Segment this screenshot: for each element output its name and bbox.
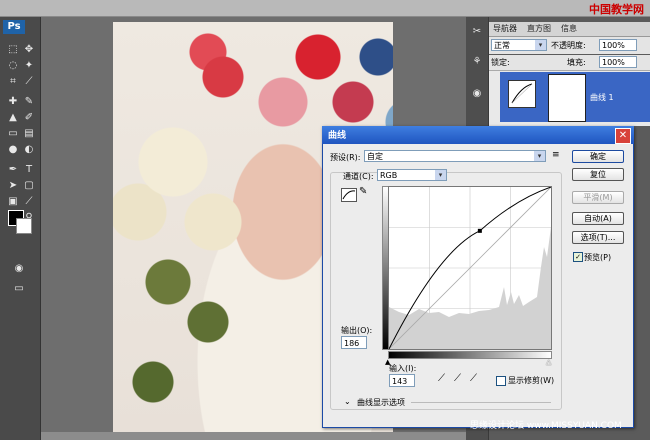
gradient-icon[interactable]: ▤ [22,127,36,141]
healing-icon[interactable]: ✚ [6,95,20,109]
output-field[interactable]: 186 [341,336,367,349]
layer-name[interactable]: 曲线 1 [590,92,614,103]
curve-control-point [477,228,482,233]
eyedropper-icon[interactable]: ⟋ [22,75,36,89]
background-color-swatch[interactable] [16,218,32,234]
document-tab-strip [0,0,650,17]
pencil-tool-icon[interactable]: ✎ [359,186,367,197]
brush-icon[interactable]: ✎ [22,95,36,109]
opacity-label: 不透明度: [551,41,586,50]
curve-graph[interactable] [388,186,552,350]
white-point-slider-icon[interactable]: △ [546,358,551,366]
panel-tabs: 导航器 直方图 信息 [489,22,650,37]
visibility-eye-icon[interactable]: ◉ [470,87,484,101]
tab-histogram[interactable]: 直方图 [527,23,551,34]
show-clipping-checkbox[interactable] [496,376,506,386]
curve-display-options[interactable]: 曲线显示选项 [357,397,405,408]
smooth-button[interactable]: 平滑(M) [572,191,624,204]
preset-options-icon[interactable]: ≡ [552,150,560,160]
close-button[interactable]: ✕ [615,128,631,144]
path-select-icon[interactable]: ➤ [6,179,20,193]
auto-button[interactable]: 自动(A) [572,212,624,225]
dialog-title: 曲线 [328,131,347,141]
preset-select[interactable]: 自定 ▾ [364,150,546,162]
input-gradient-bar [388,351,552,359]
marquee-icon[interactable]: ⬚ [6,43,20,57]
lock-row: 锁定: 填充: 100% [489,55,650,71]
reset-button[interactable]: 复位 [572,168,624,181]
eraser-icon[interactable]: ▭ [6,127,20,141]
opacity-input[interactable]: 100% [599,39,637,51]
tab-info[interactable]: 信息 [561,23,577,34]
options-button[interactable]: 选项(T)... [572,231,624,244]
shape-icon[interactable]: ▢ [22,179,36,193]
screen-mode-icon[interactable]: ▭ [12,282,26,296]
eyedropper2-icon[interactable]: ⟋ [22,195,36,209]
watermark-top: 中国教学网 [589,3,644,16]
gray-eyedropper-icon[interactable]: ⟋ [454,373,461,384]
stamp-icon[interactable]: ▲ [6,111,20,125]
blur-icon[interactable]: ● [6,143,20,157]
layer-mask-thumbnail[interactable] [548,74,586,122]
divider [411,402,551,403]
move-icon[interactable]: ✥ [22,43,36,57]
tools-panel-icon[interactable]: ✂ [470,25,484,39]
fill-input[interactable]: 100% [599,56,637,68]
dialog-titlebar[interactable] [322,126,634,144]
lasso-icon[interactable]: ◌ [6,59,20,73]
preview-checkbox[interactable]: ✓ [573,252,583,262]
input-field[interactable]: 143 [389,374,415,387]
watermark-bottom: 思缘设计论坛 www.MISSYUAN.COM [470,421,622,431]
blend-row: 正常 ▾ 不透明度: 100% [489,37,650,54]
clone-panel-icon[interactable]: ⚘ [470,55,484,69]
black-eyedropper-icon[interactable]: ⟋ [438,373,445,384]
type-icon[interactable]: T [22,163,36,177]
curves-adjustment-icon [508,80,536,108]
lock-label: 锁定: [491,58,510,67]
quick-mask-icon[interactable]: ◉ [12,262,26,276]
channel-label: 通道(C): [343,172,374,181]
channel-select[interactable]: RGB ▾ [377,169,447,181]
pen-icon[interactable]: ✒ [6,163,20,177]
preview-label: 预览(P) [584,253,612,262]
magic-wand-icon[interactable]: ✦ [22,59,36,73]
show-clipping-label: 显示修剪(W) [508,376,555,385]
input-label: 输入(I): [389,364,417,373]
dodge-icon[interactable]: ◐ [22,143,36,157]
expand-options-icon[interactable]: ⌄ [344,397,351,406]
status-bar [41,432,466,440]
crop-icon[interactable]: ⌗ [6,75,20,89]
output-label: 输出(O): [341,326,373,335]
notes-icon[interactable]: ▣ [6,195,20,209]
fill-label: 填充: [567,58,586,67]
ps-logo: Ps [3,20,25,34]
white-eyedropper-icon[interactable]: ⟋ [470,373,477,384]
ok-button[interactable]: 确定 [572,150,624,163]
history-brush-icon[interactable]: ✐ [22,111,36,125]
preset-label: 预设(R): [330,153,361,162]
tab-navigator[interactable]: 导航器 [493,23,517,34]
curve-point-tool-icon[interactable] [341,188,357,202]
blend-mode-select[interactable]: 正常 ▾ [491,39,547,51]
